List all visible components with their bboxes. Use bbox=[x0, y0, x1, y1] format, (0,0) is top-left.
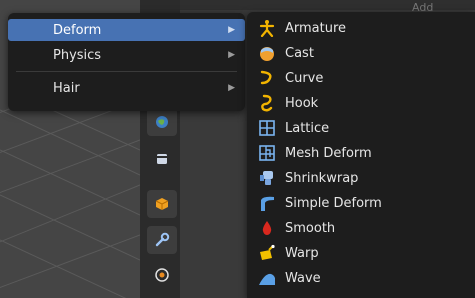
submenu-item-label: Lattice bbox=[285, 121, 330, 136]
add-modifier-menu: Deform ▶ Physics ▶ Hair ▶ bbox=[8, 13, 245, 111]
submenu-arrow-icon: ▶ bbox=[228, 25, 235, 35]
submenu-item-label: Wave bbox=[285, 271, 321, 286]
collection-tab[interactable] bbox=[147, 145, 177, 173]
simple-deform-icon bbox=[258, 194, 276, 212]
submenu-item-label: Simple Deform bbox=[285, 196, 382, 211]
menu-item-physics[interactable]: Physics ▶ bbox=[8, 44, 245, 66]
curve-icon bbox=[258, 69, 276, 87]
submenu-arrow-icon: ▶ bbox=[228, 83, 235, 93]
submenu-arrow-icon: ▶ bbox=[228, 50, 235, 60]
collection-icon bbox=[157, 154, 167, 164]
submenu-item-label: Shrinkwrap bbox=[285, 171, 359, 186]
submenu-item-label: Warp bbox=[285, 246, 319, 261]
submenu-item-mesh-deform[interactable]: Mesh Deform bbox=[247, 141, 475, 166]
menu-item-label: Physics bbox=[53, 47, 102, 63]
smooth-icon bbox=[258, 219, 276, 237]
menu-item-label: Deform bbox=[53, 22, 102, 38]
submenu-item-curve[interactable]: Curve bbox=[247, 66, 475, 91]
submenu-item-label: Hook bbox=[285, 96, 319, 111]
submenu-item-label: Curve bbox=[285, 71, 324, 86]
world-icon bbox=[156, 116, 168, 128]
submenu-item-label: Mesh Deform bbox=[285, 146, 372, 161]
particles-tab[interactable] bbox=[147, 261, 177, 289]
submenu-item-smooth[interactable]: Smooth bbox=[247, 216, 475, 241]
submenu-item-warp[interactable]: Warp bbox=[247, 241, 475, 266]
submenu-item-hook[interactable]: Hook bbox=[247, 91, 475, 116]
shrinkwrap-icon bbox=[258, 169, 276, 187]
armature-icon bbox=[258, 19, 276, 37]
menu-item-hair[interactable]: Hair ▶ bbox=[8, 77, 245, 99]
submenu-item-shrinkwrap[interactable]: Shrinkwrap bbox=[247, 166, 475, 191]
warp-icon bbox=[258, 244, 276, 262]
menu-separator bbox=[16, 71, 237, 72]
lattice-icon bbox=[258, 119, 276, 137]
hook-icon bbox=[258, 94, 276, 112]
submenu-item-cast[interactable]: Cast bbox=[247, 41, 475, 66]
submenu-item-armature[interactable]: Armature bbox=[247, 16, 475, 41]
submenu-item-label: Cast bbox=[285, 46, 314, 61]
submenu-item-label: Armature bbox=[285, 21, 347, 36]
menu-item-deform[interactable]: Deform ▶ bbox=[8, 19, 245, 41]
deform-submenu: Armature Cast Curve Hook Lattice Mesh De… bbox=[247, 12, 475, 298]
wrench-icon bbox=[155, 232, 170, 247]
menu-item-label: Hair bbox=[53, 80, 80, 96]
submenu-item-lattice[interactable]: Lattice bbox=[247, 116, 475, 141]
object-tab[interactable] bbox=[147, 190, 177, 218]
submenu-item-wave[interactable]: Wave bbox=[247, 266, 475, 291]
object-icon bbox=[155, 198, 169, 210]
wave-icon bbox=[258, 269, 276, 287]
particles-icon bbox=[155, 268, 169, 282]
cast-icon bbox=[258, 44, 276, 62]
submenu-item-label: Smooth bbox=[285, 221, 336, 236]
mesh-deform-icon bbox=[258, 144, 276, 162]
world-tab[interactable] bbox=[147, 108, 177, 136]
modifier-tab[interactable] bbox=[147, 226, 177, 254]
submenu-item-simple-deform[interactable]: Simple Deform bbox=[247, 191, 475, 216]
